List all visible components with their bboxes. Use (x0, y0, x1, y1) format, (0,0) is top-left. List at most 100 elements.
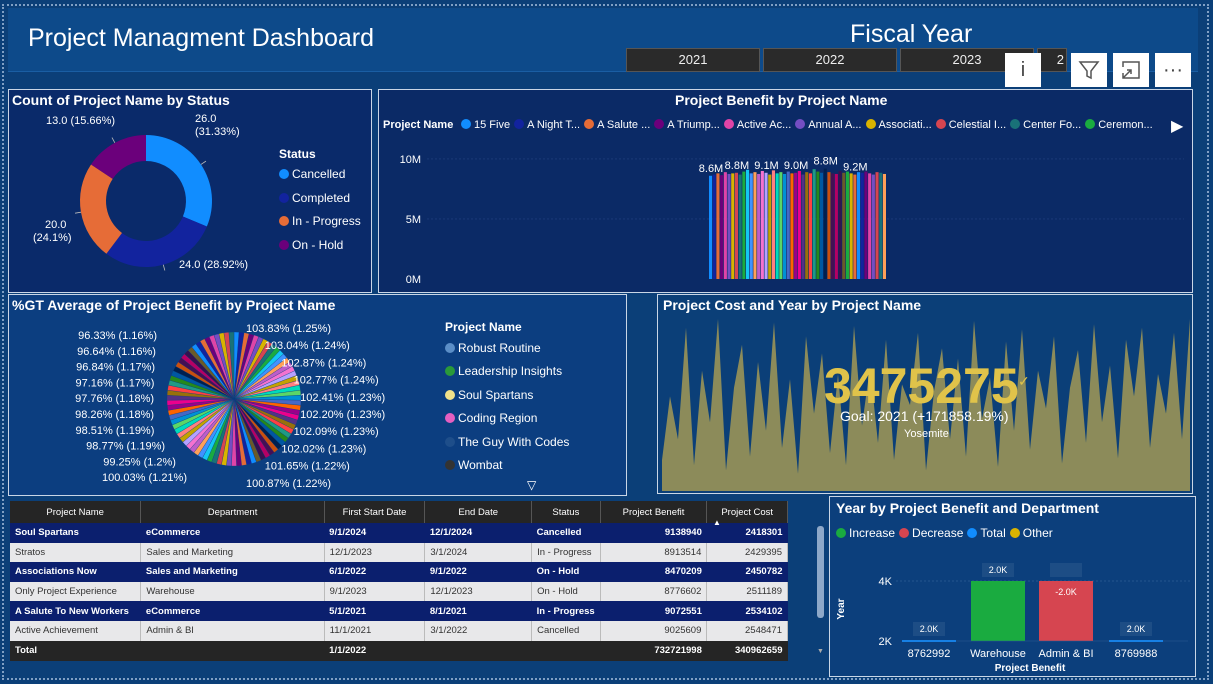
column-header[interactable]: First Start Date (324, 501, 426, 523)
focus-mode-icon[interactable] (1113, 53, 1149, 87)
gt-legend-item[interactable]: Leadership Insights (445, 364, 562, 378)
table-row[interactable]: Associations Now Sales and Marketing 6/1/2… (10, 562, 788, 582)
benefit-bar (746, 169, 750, 279)
kpi-subtitle: Yosemite (904, 428, 949, 440)
scrollbar-thumb[interactable] (817, 526, 824, 618)
gt-data-label: 96.84% (1.17%) (76, 362, 155, 374)
legend-label: Cancelled (292, 167, 346, 181)
benefit-bar-chart: 0M5M10M8.6M 8.8M 9.1M 9.0M 8.8M9.2M (400, 154, 1184, 286)
gt-legend-item[interactable]: Soul Spartans (445, 388, 533, 402)
table-row[interactable]: Only Project Experience Warehouse 9/1/2023… (10, 581, 788, 602)
donut-data-label: 20.0 (24.1%) (33, 219, 72, 244)
gt-legend-title: Project Name (445, 320, 522, 334)
benefit-bar (857, 172, 861, 279)
gt-legend-item[interactable]: Robust Routine (445, 341, 541, 355)
donut-data-label: 13.0 (15.66%) (46, 115, 115, 127)
table-cell: 12/1/2024 (424, 523, 532, 543)
table-cell: 9025609 (600, 620, 708, 641)
column-header[interactable]: Department (140, 501, 325, 523)
table-row[interactable]: Soul Spartans eCommerce 9/1/2024 12/1/2024 C… (10, 523, 788, 543)
benefit-bar (768, 174, 772, 279)
label-percent: (31.33%) (195, 126, 240, 138)
benefit-bar (871, 174, 875, 279)
gt-data-label: 102.20% (1.23%) (300, 409, 385, 421)
more-options-icon[interactable]: ··· (1155, 53, 1191, 87)
donut-slice-in-progress (79, 164, 123, 254)
gt-data-label: 96.64% (1.16%) (77, 346, 156, 358)
gt-pie-chart: 103.83% (1.25%) 103.04% (1.24%) 102.87% (1… (75, 323, 385, 490)
benefit-bar (734, 172, 738, 279)
table-cell: 8913514 (600, 542, 708, 563)
gt-legend-item[interactable]: Coding Region (445, 411, 537, 425)
legend-completed[interactable]: Completed (279, 191, 350, 205)
gt-data-label: 102.09% (1.23%) (294, 426, 379, 438)
benefit-bar (879, 172, 883, 279)
waterfall-data-label: 2.0K (913, 622, 945, 636)
y-tick-label: 0M (406, 274, 421, 286)
legend-on-hold[interactable]: On - Hold (279, 238, 343, 252)
legend-dot (279, 193, 289, 203)
gt-legend-item[interactable]: The Guy With Codes (445, 435, 569, 449)
legend-in-progress[interactable]: In - Progress (279, 214, 361, 228)
legend-dot (445, 389, 455, 400)
benefit-bar (842, 172, 846, 279)
column-header[interactable]: Status (531, 501, 601, 523)
gt-legend-item[interactable]: Wombat (445, 458, 502, 472)
x-tick-label: Warehouse (970, 648, 1026, 660)
legend-cancelled[interactable]: Cancelled (279, 167, 345, 181)
table-cell: 2511189 (706, 581, 788, 602)
year-slicer-2021[interactable]: 2021 (626, 48, 760, 72)
info-icon[interactable]: i (1005, 53, 1041, 87)
benefit-bar (760, 170, 764, 279)
table-cell: Cancelled (531, 523, 601, 543)
bar-data-label: 9.2M (843, 162, 867, 174)
table-cell: Cancelled (531, 620, 601, 641)
benefit-bar (868, 173, 872, 279)
y-tick-label: 5M (406, 214, 421, 226)
table-cell: eCommerce (140, 601, 325, 621)
table-row[interactable]: Stratos Sales and Marketing 12/1/2023 3/1/2… (10, 542, 788, 563)
data-label-text: 2.0K (920, 624, 939, 634)
bar-data-label: 8.8M (813, 156, 837, 168)
column-header[interactable]: Project Name (10, 501, 142, 523)
benefit-bar (771, 170, 775, 279)
legend-dot (279, 169, 289, 179)
kpi-panel: Project Cost and Year by Project Name 34… (657, 294, 1193, 494)
year-slicer-2024[interactable]: 2 (1037, 48, 1067, 72)
page-title: Project Managment Dashboard (28, 24, 375, 52)
total-cell (424, 640, 532, 661)
column-header[interactable]: End Date (424, 501, 533, 523)
column-header[interactable]: Project Benefit (600, 501, 708, 523)
table-row[interactable]: Active Achievement Admin & BI 11/1/2021 3/1… (10, 620, 788, 641)
benefit-bar (794, 172, 798, 279)
fiscal-year-label: Fiscal Year (850, 20, 973, 48)
label-value: 26.0 (195, 113, 216, 125)
data-label-text: 2.0K (1127, 624, 1146, 634)
total-cell: 1/1/2022 (324, 640, 425, 661)
sort-ascending-icon[interactable]: ▲ (713, 518, 721, 527)
table-cell: 8/1/2021 (424, 601, 532, 621)
donut-slice-cancelled (146, 135, 212, 227)
kpi-check-icon: ✓ (1018, 373, 1030, 389)
table-cell: 2429395 (706, 542, 788, 563)
legend-dot (445, 413, 455, 424)
scroll-down-icon[interactable]: ▼ (817, 648, 824, 655)
benefit-bar (757, 173, 761, 279)
kpi-chart-title: Project Cost and Year by Project Name (663, 297, 922, 313)
benefit-bar (875, 172, 879, 279)
gt-data-label: 102.87% (1.24%) (281, 357, 366, 369)
total-cell (140, 640, 325, 661)
table-row[interactable]: A Salute To New Workers eCommerce 5/1/2021… (10, 601, 788, 621)
year-slicer-2022[interactable]: 2022 (763, 48, 897, 72)
table-cell: 3/1/2024 (424, 542, 533, 563)
benefit-bar (764, 172, 768, 279)
kpi-value: 3475275 (824, 358, 1019, 414)
benefit-bar (816, 171, 820, 279)
table-scrollbar[interactable]: ▼ (816, 500, 826, 660)
benefit-bar (786, 171, 790, 279)
legend-scroll-down-icon[interactable]: ▽ (527, 478, 536, 492)
total-cell (531, 640, 601, 661)
benefit-bar (727, 173, 731, 279)
filter-icon[interactable] (1071, 53, 1107, 87)
status-legend-title: Status (279, 147, 316, 161)
